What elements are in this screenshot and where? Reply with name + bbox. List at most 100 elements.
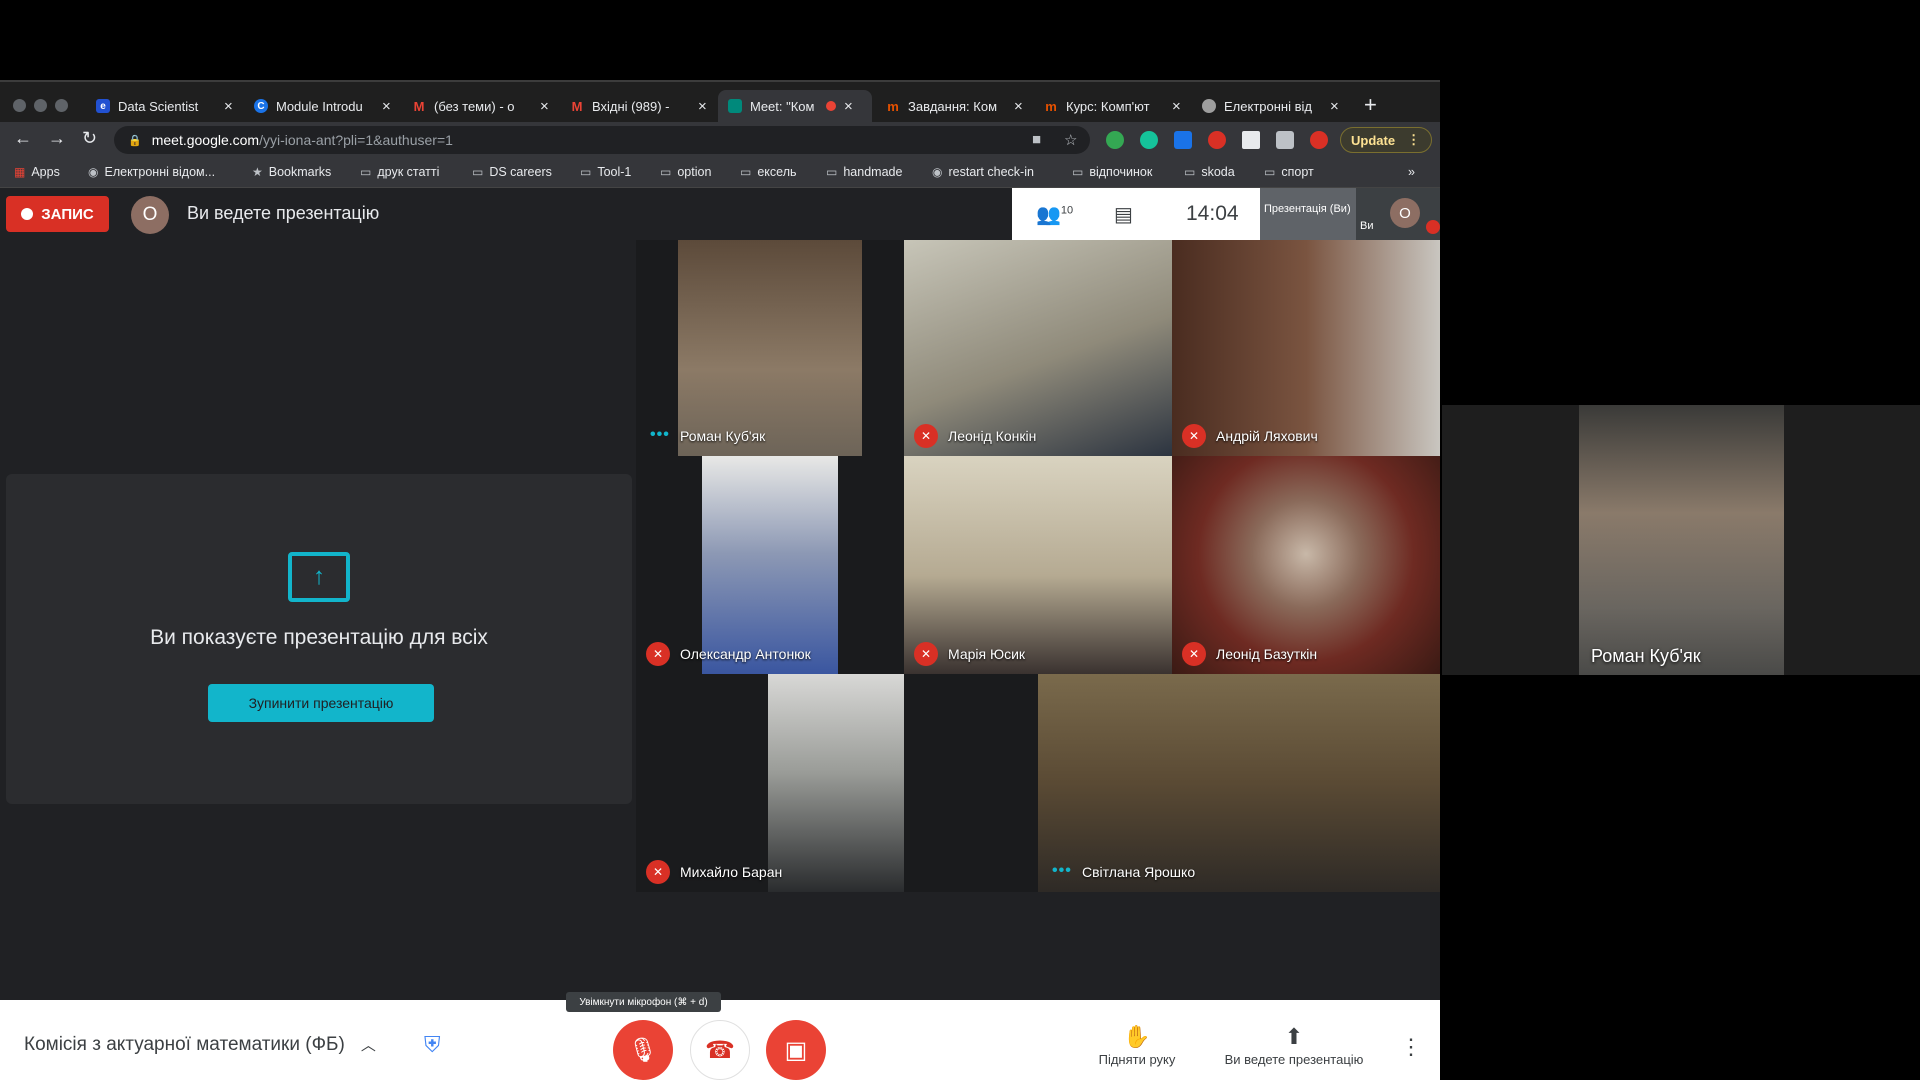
participant-video (1038, 674, 1440, 892)
participant-tile[interactable]: ✕ Марія Юсик (904, 456, 1172, 674)
speaking-indicator-icon: ••• (1052, 862, 1072, 879)
close-tab-icon[interactable]: × (382, 98, 391, 115)
bookmark-bookmarks[interactable]: ★ Bookmarks (252, 165, 331, 179)
tab-module-intro[interactable]: C Module Introdu × (244, 90, 401, 122)
tab-data-scientist[interactable]: e Data Scientist × (86, 90, 243, 122)
address-bar[interactable]: 🔒 meet.google.com /yyi-iona-ant?pli=1&au… (114, 126, 1090, 154)
gmail-icon: M (413, 98, 425, 114)
close-tab-icon[interactable]: × (844, 98, 853, 115)
reload-icon[interactable]: ↻ (82, 128, 97, 149)
participant-video (904, 456, 1172, 674)
close-tab-icon[interactable]: × (1014, 98, 1023, 115)
camera-icon[interactable]: ■ (1032, 131, 1041, 148)
toolbar: ← → ↻ 🔒 meet.google.com /yyi-iona-ant?pl… (0, 122, 1440, 158)
people-icon: 👥 (1036, 204, 1061, 226)
new-tab-button[interactable]: + (1364, 92, 1377, 118)
folder-icon: ▭ (1184, 165, 1196, 179)
forward-icon[interactable]: → (48, 128, 66, 149)
close-tab-icon[interactable]: × (224, 98, 233, 115)
bookmark-folder[interactable]: ▭ Tool-1 (580, 165, 631, 179)
meeting-details-button[interactable]: Комісія з актуарної математики (ФБ) ︿ (24, 1034, 376, 1056)
tab-title: Data Scientist (118, 98, 199, 114)
bookmark-folder[interactable]: ▭ skoda (1184, 165, 1235, 179)
close-window-button[interactable] (13, 99, 26, 112)
more-bookmarks-icon[interactable]: » (1408, 165, 1415, 179)
people-count: 10 (1060, 204, 1074, 217)
extension-grammarly-icon[interactable] (1140, 131, 1158, 149)
tab-kurs[interactable]: m Курс: Комп'ют × (1034, 90, 1191, 122)
bookmark-folder[interactable]: ▭ відпочинок (1072, 165, 1152, 179)
close-tab-icon[interactable]: × (540, 98, 549, 115)
camera-toggle-button[interactable]: ▣ (766, 1020, 826, 1080)
bookmark-restart[interactable]: ◉ restart check-in (932, 165, 1034, 179)
moodle-icon: m (1045, 98, 1057, 114)
shield-icon[interactable]: ⛨ (424, 1032, 448, 1060)
mic-tooltip: Увімкнути мікрофон (⌘ + d) (566, 992, 721, 1012)
participant-tile[interactable]: ✕ Леонід Конкін (904, 240, 1172, 456)
globe-icon: ◉ (88, 165, 99, 179)
extension-evernote-icon[interactable] (1106, 131, 1124, 149)
meet-view: ЗАПИС О Ви ведете презентацію 👥10 ▤ 14:0… (0, 188, 1440, 1080)
participant-tile[interactable]: ✕ Леонід Базуткін (1172, 456, 1440, 674)
tab-gmail-inbox[interactable]: M Вхідні (989) - × (560, 90, 717, 122)
participant-tile[interactable]: ✕ Олександр Антонюк (636, 456, 904, 674)
update-button[interactable]: Update ⋮ (1340, 127, 1432, 153)
extension-record-icon[interactable] (1208, 131, 1226, 149)
folder-icon: ▭ (580, 165, 592, 179)
close-tab-icon[interactable]: × (1172, 98, 1181, 115)
bookmarks-bar: ▦ Apps ◉ Електронні відом... ★ Bookmarks ▭ д… (0, 158, 1440, 188)
raise-hand-button[interactable]: ✋ Підняти руку (1092, 1024, 1182, 1067)
participant-name: Михайло Баран (680, 864, 783, 880)
presentation-thumbnail[interactable]: Презентація (Ви) (1260, 188, 1356, 240)
participant-tile[interactable]: ••• Світлана Ярошко (1038, 674, 1440, 892)
participant-name: Леонід Конкін (948, 428, 1037, 444)
bookmark-elektronni[interactable]: ◉ Електронні відом... (88, 165, 215, 179)
close-tab-icon[interactable]: × (1330, 98, 1339, 115)
gmail-icon: M (571, 98, 583, 114)
bookmark-apps[interactable]: ▦ Apps (14, 165, 60, 179)
minimize-window-button[interactable] (34, 99, 47, 112)
update-label: Update (1351, 132, 1396, 148)
tab-zavdannia[interactable]: m Завдання: Ком × (876, 90, 1033, 122)
participant-tile[interactable]: ✕ Михайло Баран (636, 674, 1038, 892)
extensions-puzzle-icon[interactable] (1276, 131, 1294, 149)
star-icon: ★ (252, 165, 263, 179)
folder-icon: ▭ (1264, 165, 1276, 179)
extension-id-icon[interactable] (1174, 131, 1192, 149)
bookmark-folder[interactable]: ▭ спорт (1264, 165, 1314, 179)
present-screen-icon: ⬆ (1284, 1024, 1304, 1049)
hang-up-icon: ☎ (705, 1036, 735, 1064)
floating-participant-tile[interactable]: Роман Куб'як (1579, 405, 1784, 675)
extension-clipboard-icon[interactable] (1242, 131, 1260, 149)
presentation-message: Ви показуєте презентацію для всіх (150, 626, 488, 649)
stop-presenting-button[interactable]: Зупинити презентацію (208, 684, 434, 722)
participant-video (1172, 456, 1440, 674)
presenting-menu-button[interactable]: ⬆ Ви ведете презентацію (1214, 1024, 1374, 1067)
bookmark-folder[interactable]: ▭ ексель (740, 165, 797, 179)
bookmark-folder[interactable]: ▭ друк статті (360, 165, 439, 179)
tab-title: Завдання: Ком (908, 98, 998, 114)
zoom-window-button[interactable] (55, 99, 68, 112)
self-thumbnail[interactable]: Ви О (1356, 188, 1440, 240)
more-options-icon[interactable]: ⋮ (1400, 1034, 1422, 1060)
bookmark-folder[interactable]: ▭ option (660, 165, 711, 179)
close-tab-icon[interactable]: × (698, 98, 707, 115)
people-button[interactable]: 👥10 (1036, 202, 1073, 227)
tab-elektronni[interactable]: Електронні від × (1192, 90, 1349, 122)
tab-meet[interactable]: Meet: "Ком × (718, 90, 872, 122)
bookmark-folder[interactable]: ▭ handmade (826, 165, 902, 179)
participant-tile[interactable]: ••• Роман Куб'як (636, 240, 904, 456)
tab-title: Курс: Комп'ют (1066, 98, 1150, 114)
folder-icon: ▭ (740, 165, 752, 179)
microphone-toggle-button[interactable]: 🎙 (613, 1020, 673, 1080)
bookmark-star-icon[interactable]: ☆ (1064, 131, 1077, 149)
tab-gmail-draft[interactable]: M (без теми) - o × (402, 90, 559, 122)
bookmark-folder[interactable]: ▭ DS careers (472, 165, 552, 179)
present-screen-icon: ↑ (288, 552, 350, 602)
mic-off-icon: ✕ (1182, 642, 1206, 666)
chat-icon[interactable]: ▤ (1114, 202, 1133, 227)
leave-call-button[interactable]: ☎ (690, 1020, 750, 1080)
profile-icon[interactable] (1310, 131, 1328, 149)
back-icon[interactable]: ← (14, 128, 32, 149)
participant-tile[interactable]: ✕ Андрій Ляхович (1172, 240, 1440, 456)
